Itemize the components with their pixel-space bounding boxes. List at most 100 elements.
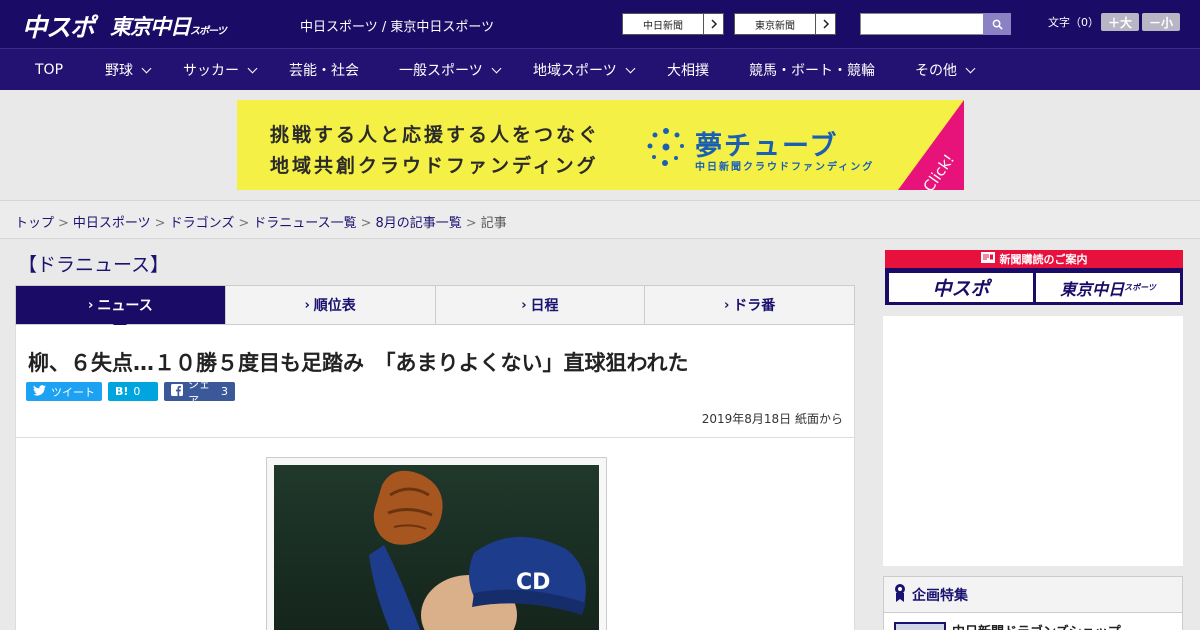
nav-item-label: その他 (915, 63, 957, 79)
article-photo-frame: CD (266, 457, 607, 630)
chevron-down-icon (491, 63, 502, 73)
nav-item-label: 大相撲 (667, 63, 709, 79)
nav-item-soccer[interactable]: サッカー (183, 49, 258, 91)
breadcrumb-link-dragons[interactable]: ドラゴンズ (170, 216, 235, 231)
breadcrumb-bar: トップ > 中日スポーツ > ドラゴンズ > ドラニュース一覧 >8月の記事一覧 > 記事 (0, 200, 1200, 239)
svg-text:CD: CD (516, 570, 550, 595)
pitcher-photo-icon: CD (274, 465, 599, 630)
subscribe-tokyo-text: 東京中日 (1060, 279, 1125, 299)
nav-item-regional-sports[interactable]: 地域スポーツ (533, 49, 636, 91)
subscription-header: 新聞購読のご案内 (885, 250, 1183, 268)
dots-logo-icon (647, 128, 684, 166)
search-icon (992, 15, 1003, 34)
twitter-icon (33, 384, 46, 399)
article-photo[interactable]: CD (274, 465, 599, 630)
hatena-count: 0 (133, 385, 141, 398)
chevron-right-icon (815, 14, 835, 34)
tweet-label: ツイート (51, 385, 95, 399)
chevron-down-icon (965, 63, 976, 73)
tab-news[interactable]: › ニュース (16, 286, 226, 332)
nav-item-label: サッカー (183, 63, 239, 79)
banner-copy: 挑戦する人と応援する人をつなぐ 地域共創クラウドファンディング (270, 120, 600, 182)
feature-title: 企画特集 (912, 587, 968, 604)
tab-label: ドラ番 (733, 298, 776, 314)
nav-item-racing[interactable]: 競馬・ボート・競輪 (749, 49, 875, 91)
subscribe-chuspo-link[interactable]: 中スポ (889, 273, 1033, 302)
main-nav: TOP 野球 サッカー 芸能・社会 一般スポーツ 地域スポーツ 大相撲 競馬・ボ… (0, 48, 1200, 90)
chevron-down-icon (247, 63, 258, 73)
tab-schedule[interactable]: › 日程 (436, 286, 646, 324)
subscription-box[interactable]: 新聞購読のご案内 中スポ 東京中日 スポーツ (885, 250, 1183, 305)
banner-line-1: 挑戦する人と応援する人をつなぐ (270, 124, 601, 146)
chevron-right-icon: › (88, 297, 94, 313)
facebook-share-label: シェア (188, 377, 210, 407)
nav-item-entertainment[interactable]: 芸能・社会 (289, 49, 359, 91)
feature-header: 企画特集 (884, 577, 1182, 613)
search-button[interactable] (983, 13, 1011, 35)
font-larger-button[interactable]: ＋大 (1101, 13, 1139, 31)
tweet-button[interactable]: ツイート (26, 382, 102, 401)
breadcrumb-link-chuspo[interactable]: 中日スポーツ (73, 216, 151, 231)
hatena-bookmark-button[interactable]: B! 0 (108, 382, 158, 401)
feature-item-thumbnail[interactable] (894, 622, 946, 630)
nav-item-sumo[interactable]: 大相撲 (667, 49, 709, 91)
facebook-share-count: 3 (221, 385, 228, 398)
article-headline: 柳、６失点…１０勝５度目も足踏み 「あまりよくない」直球狙われた (28, 351, 689, 375)
search-input[interactable] (860, 13, 984, 35)
breadcrumb-link-top[interactable]: トップ (15, 216, 54, 231)
newspaper-icon (980, 252, 995, 266)
tokyo-chunichi-logo-text: 東京中日 (110, 15, 191, 39)
tab-label: 順位表 (313, 298, 356, 314)
nav-item-label: 野球 (105, 63, 133, 79)
nav-item-label: TOP (35, 62, 64, 78)
nav-item-label: 競馬・ボート・競輪 (749, 63, 875, 79)
subscribe-chuspo-text: 中スポ (932, 278, 990, 300)
tokyo-chunichi-logo[interactable]: 東京中日スポーツ (110, 11, 227, 41)
site-name: 中日スポーツ / 東京中日スポーツ (300, 20, 495, 35)
tab-label: ニュース (97, 298, 153, 314)
tokyo-chunichi-logo-suffix: スポーツ (190, 26, 227, 37)
facebook-share-button[interactable]: シェア 3 (164, 378, 235, 407)
breadcrumb-link-august-list[interactable]: 8月の記事一覧 (376, 216, 462, 231)
subscription-title: 新聞購読のご案内 (999, 253, 1088, 266)
font-smaller-button[interactable]: －小 (1142, 13, 1180, 31)
article-dateline: 2019年8月18日 紙面から (701, 412, 843, 426)
nav-item-top[interactable]: TOP (35, 49, 63, 91)
dragons-tabs: › ニュース › 順位表 › 日程 › ドラ番 (15, 285, 855, 332)
hatena-icon: B! (115, 385, 129, 398)
nav-item-other[interactable]: その他 (915, 49, 976, 91)
tokyo-shimbun-label: 東京新聞 (755, 20, 795, 32)
feature-item-link[interactable]: 中日新聞ドラゴンズショップ (952, 621, 1121, 630)
chevron-right-icon: › (304, 297, 310, 313)
breadcrumb-separator: > (58, 216, 69, 231)
crowdfunding-banner[interactable]: 挑戦する人と応援する人をつなぐ 地域共創クラウドファンディング 夢チューブ 中日… (237, 100, 964, 190)
banner-brand-sub: 中日新聞クラウドファンディング (695, 162, 875, 173)
subscribe-tokyo-suffix: スポーツ (1124, 283, 1156, 292)
chevron-right-icon: › (723, 297, 730, 313)
tab-reporters[interactable]: › ドラ番 (645, 286, 854, 324)
tab-label: 日程 (530, 298, 559, 314)
article-body: CD (15, 438, 855, 630)
feature-panel: 企画特集 中日新聞ドラゴンズショップ (883, 576, 1183, 630)
chuspo-logo[interactable]: 中スポ (22, 8, 95, 44)
sidebar-ad[interactable] (883, 316, 1183, 566)
subscribe-tokyo-chunichi-link[interactable]: 東京中日 スポーツ (1036, 273, 1180, 302)
section-title: 【ドラニュース】 (18, 254, 170, 276)
top-header: 中スポ 東京中日スポーツ 中日スポーツ / 東京中日スポーツ 中日新聞 東京新聞… (0, 0, 1200, 48)
breadcrumb-link-dranews-list[interactable]: ドラニュース一覧 (253, 216, 356, 231)
nav-item-general-sports[interactable]: 一般スポーツ (399, 49, 502, 91)
chevron-down-icon (141, 63, 152, 73)
banner-line-2: 地域共創クラウドファンディング (270, 155, 599, 177)
breadcrumb-separator: > (465, 216, 477, 231)
tab-standings[interactable]: › 順位表 (226, 286, 436, 324)
nav-item-baseball[interactable]: 野球 (105, 49, 152, 91)
tokyo-shimbun-link[interactable]: 東京新聞 (734, 13, 836, 35)
article-header: 柳、６失点…１０勝５度目も足踏み 「あまりよくない」直球狙われた ツイート B!… (15, 325, 855, 438)
chunichi-shimbun-link[interactable]: 中日新聞 (622, 13, 724, 35)
chevron-right-icon: › (521, 297, 527, 313)
chevron-down-icon (625, 63, 636, 73)
nav-item-label: 一般スポーツ (399, 63, 483, 79)
facebook-icon (171, 384, 183, 399)
breadcrumb-current: 記事 (480, 216, 507, 231)
breadcrumb-separator: > (360, 216, 372, 231)
